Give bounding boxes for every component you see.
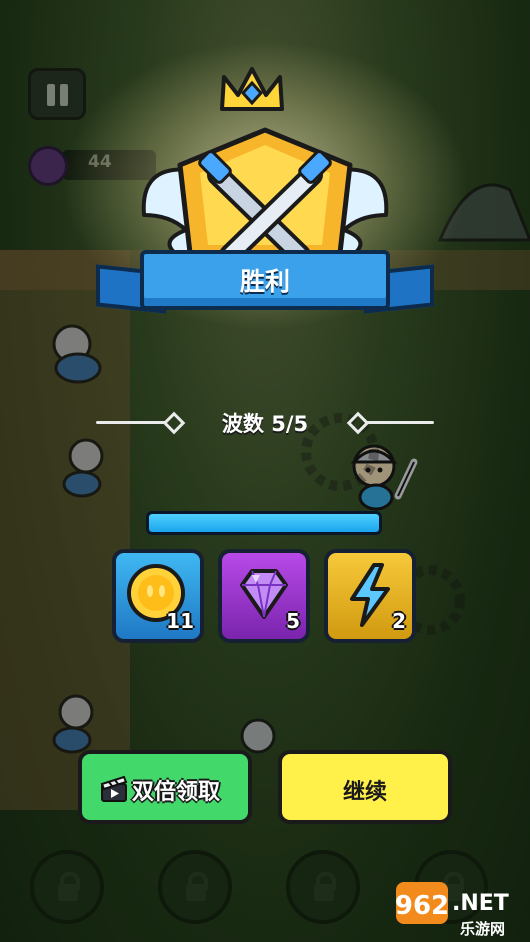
continue-button[interactable]: 继续 xyxy=(278,750,452,824)
victory-emblem xyxy=(141,67,389,266)
watermark-logo-icon: 962 .NET 乐游网 xyxy=(395,882,509,938)
reward-count-energy: 2 xyxy=(392,609,406,633)
reward-card-energy: 2 xyxy=(324,549,416,643)
double-claim-button[interactable]: 双倍领取 xyxy=(78,750,252,824)
video-clapper-icon xyxy=(100,775,128,802)
game-screen: 44 xyxy=(0,0,530,942)
continue-label: 继续 xyxy=(342,780,387,805)
double-claim-label: 双倍领取 xyxy=(132,780,221,805)
reward-card-gem: 5 xyxy=(218,549,310,643)
wave-progress-bar xyxy=(146,511,382,535)
crown-icon xyxy=(220,67,284,111)
wave-progress-fill xyxy=(149,514,379,532)
reward-count-coin: 11 xyxy=(166,609,194,633)
svg-text:962: 962 xyxy=(395,891,449,921)
victory-title: 胜利 xyxy=(239,267,290,296)
svg-text:.NET: .NET xyxy=(452,891,509,916)
wave-divider-left xyxy=(96,421,166,424)
watermark-logo: 962 .NET 乐游网 xyxy=(388,876,530,942)
wave-counter: 波数 5/5 xyxy=(221,412,309,436)
svg-text:乐游网: 乐游网 xyxy=(460,920,505,938)
reward-card-coin: 11 xyxy=(112,549,204,643)
wave-divider-right xyxy=(366,421,434,424)
reward-count-gem: 5 xyxy=(286,609,300,633)
